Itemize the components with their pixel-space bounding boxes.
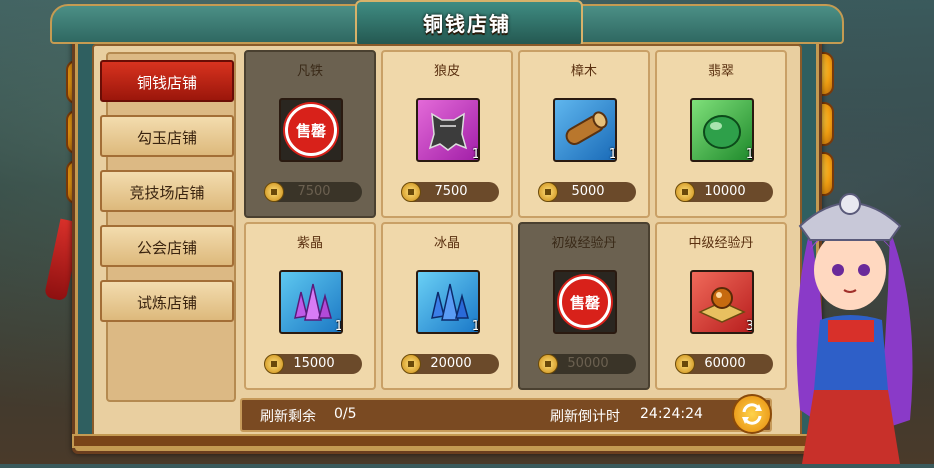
item-quantity: 3	[745, 319, 754, 334]
item-price: 7500	[264, 182, 362, 202]
item-price: 7500	[401, 182, 499, 202]
copper-coin-icon	[401, 354, 421, 374]
copper-coin-icon	[675, 354, 695, 374]
tab-arena-shop[interactable]: 竞技场店铺	[100, 170, 234, 212]
tab-trial-shop[interactable]: 试炼店铺	[100, 280, 234, 322]
refresh-countdown-label: 刷新倒计时	[550, 409, 620, 425]
jade-icon: 1	[690, 98, 754, 162]
shop-item-card[interactable]: 紫晶 1 15000	[244, 222, 376, 390]
refresh-countdown-value: 24:24:24	[640, 406, 703, 422]
ice-crystal-icon: 1	[416, 270, 480, 334]
sold-stamp-icon: 售罄	[559, 276, 611, 328]
refresh-icon	[742, 403, 762, 425]
character-portrait	[770, 170, 934, 464]
item-price: 20000	[401, 354, 499, 374]
wolf-pelt-icon: 1	[416, 98, 480, 162]
copper-coin-icon	[675, 182, 695, 202]
tab-guild-shop[interactable]: 公会店铺	[100, 225, 234, 267]
item-name: 紫晶	[296, 236, 323, 251]
shop-item-card[interactable]: 狼皮 1 7500	[381, 50, 513, 218]
copper-coin-icon	[264, 182, 284, 202]
item-name: 中级经验丹	[688, 236, 754, 251]
refresh-info-bar: 刷新剩余 0/5 刷新倒计时 24:24:24	[240, 398, 772, 432]
item-quantity: 1	[471, 147, 480, 162]
shop-item-card[interactable]: 樟木 1 5000	[518, 50, 650, 218]
item-name: 樟木	[570, 64, 597, 79]
copper-coin-icon	[538, 182, 558, 202]
item-icon-slot: 售罄	[279, 98, 343, 162]
sold-stamp-icon: 售罄	[285, 104, 337, 156]
item-name: 初级经验丹	[551, 236, 617, 251]
refresh-remaining-value: 0/5	[334, 406, 357, 422]
copper-coin-icon	[538, 354, 558, 374]
frame-bottom-strip	[72, 434, 816, 448]
shop-item-card[interactable]: 中级经验丹 3 60000	[655, 222, 787, 390]
item-name: 翡翠	[707, 64, 734, 79]
copper-coin-icon	[264, 354, 284, 374]
refresh-button[interactable]	[732, 394, 772, 434]
tab-copper-shop[interactable]: 铜钱店铺	[100, 60, 234, 102]
item-name: 冰晶	[433, 236, 460, 251]
shop-item-card[interactable]: 凡铁 售罄 7500	[244, 50, 376, 218]
exp-pill-icon: 3	[690, 270, 754, 334]
shop-item-card[interactable]: 初级经验丹 售罄 50000	[518, 222, 650, 390]
wood-log-icon: 1	[553, 98, 617, 162]
window-title: 铜钱店铺	[423, 12, 511, 36]
copper-coin-icon	[401, 182, 421, 202]
item-quantity: 1	[471, 319, 480, 334]
item-name: 狼皮	[433, 64, 460, 79]
tab-magatama-shop[interactable]: 勾玉店铺	[100, 115, 234, 157]
item-price: 15000	[264, 354, 362, 374]
purple-crystal-icon: 1	[279, 270, 343, 334]
item-price: 10000	[675, 182, 773, 202]
refresh-remaining-label: 刷新剩余	[260, 409, 316, 425]
item-price: 50000	[538, 354, 636, 374]
item-quantity: 1	[334, 319, 343, 334]
shop-item-card[interactable]: 翡翠 1 10000	[655, 50, 787, 218]
item-quantity: 1	[608, 147, 617, 162]
item-price: 60000	[675, 354, 773, 374]
item-price: 5000	[538, 182, 636, 202]
item-quantity: 1	[745, 147, 754, 162]
shop-item-card[interactable]: 冰晶 1 20000	[381, 222, 513, 390]
item-icon-slot: 售罄	[553, 270, 617, 334]
item-name: 凡铁	[296, 64, 323, 79]
